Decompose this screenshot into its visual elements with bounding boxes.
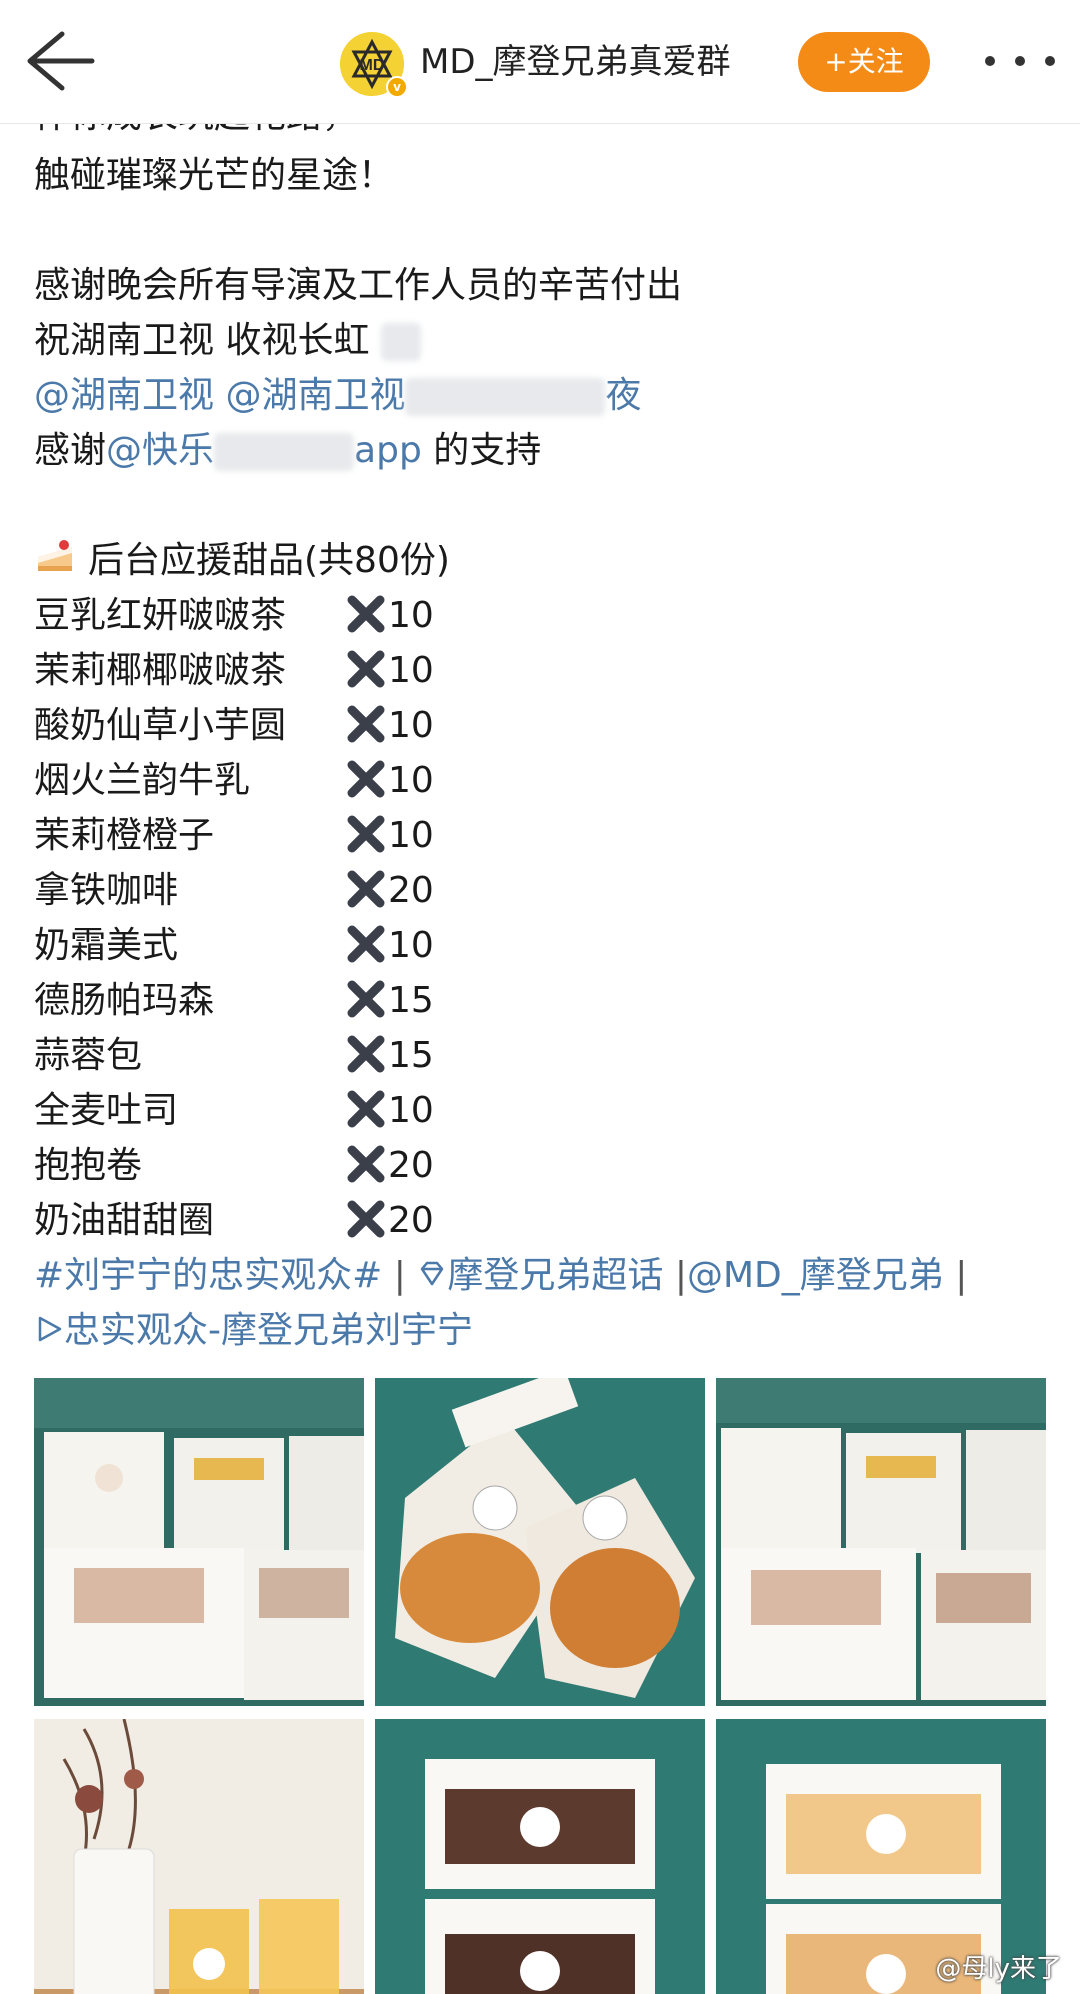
cross-mark-icon (344, 812, 388, 856)
cross-mark-icon (344, 702, 388, 746)
mention-link[interactable]: @湖南卫视 (225, 375, 405, 416)
dessert-item-qty: 10 (388, 1090, 434, 1131)
dessert-item-row: 全麦吐司 10 (34, 1083, 1054, 1138)
photo-dessert-boxes[interactable] (34, 1378, 364, 1706)
post-line: 后台应援甜品(共80份) (34, 533, 1054, 588)
play-icon (38, 1316, 62, 1342)
svg-text:MD: MD (360, 57, 385, 74)
dessert-item-qty: 15 (388, 1035, 434, 1076)
post-text: 感谢 (34, 430, 107, 471)
dessert-item-row: 茉莉橙橙子 10 (34, 808, 1054, 863)
video-link-line: 忠实观众-摩登兄弟刘宇宁 (34, 1303, 1054, 1358)
post-line: @湖南卫视 @湖南卫视 夜 (34, 368, 1054, 423)
dessert-item-qty: 10 (388, 705, 434, 746)
dessert-item-name: 茉莉橙橙子 (34, 815, 215, 856)
dessert-item-qty: 10 (388, 650, 434, 691)
dessert-item-name: 茉莉椰椰啵啵茶 (34, 650, 287, 691)
cross-mark-icon (344, 1032, 388, 1076)
post-line: 触碰璀璨光芒的星途！ (34, 148, 1054, 203)
photo-dessert-boxes[interactable] (375, 1719, 705, 1994)
dessert-item-row: 抱抱卷 20 (34, 1138, 1054, 1193)
dessert-item-qty: 15 (388, 980, 434, 1021)
photo-drinks[interactable] (34, 1719, 364, 1994)
post-text: 的支持 (421, 430, 542, 471)
cross-mark-icon (344, 922, 388, 966)
dessert-item-name: 拿铁咖啡 (34, 870, 179, 911)
dessert-item-row: 德肠帕玛森 15 (34, 973, 1054, 1028)
top-bar: MD v MD_摩登兄弟真爱群 +关注 (0, 0, 1080, 124)
cross-mark-icon (344, 867, 388, 911)
dessert-item-name: 酸奶仙草小芋圆 (34, 705, 287, 746)
cross-mark-icon (344, 977, 388, 1021)
tags-line: #刘宇宁的忠实观众# | 摩登兄弟超话 |@MD_摩登兄弟 | (34, 1255, 968, 1296)
dessert-item-qty: 10 (388, 815, 434, 856)
cross-mark-icon (344, 592, 388, 636)
verified-badge-icon: v (386, 76, 408, 98)
back-arrow-icon[interactable] (22, 28, 96, 94)
post-text: 触碰璀璨光芒的星途！ (34, 155, 395, 196)
dessert-item-name: 抱抱卷 (34, 1145, 143, 1186)
dessert-item-row: 烟火兰韵牛乳 10 (34, 753, 1054, 808)
post-text: 祝湖南卫视 收视长虹 (34, 320, 370, 361)
post-content: 伴你成长筑起花路， 触碰璀璨光芒的星途！ 感谢晚会所有导演及工作人员的辛苦付出 … (34, 100, 1054, 1358)
post-line: 感谢晚会所有导演及工作人员的辛苦付出 (34, 258, 1054, 313)
dessert-item-qty: 10 (388, 760, 434, 801)
mention-link[interactable]: @MD_摩登兄弟 (687, 1255, 944, 1296)
cross-mark-icon (344, 1087, 388, 1131)
dessert-item-qty: 20 (388, 1145, 434, 1186)
watermark-text: @母ly来了 (935, 1954, 1062, 1984)
dessert-item-name: 奶霜美式 (34, 925, 179, 966)
dessert-item-row: 酸奶仙草小芋圆 10 (34, 698, 1054, 753)
dessert-item-qty: 20 (388, 1200, 434, 1241)
mention-link[interactable]: @快乐 (106, 430, 214, 471)
blurred-region (380, 323, 421, 361)
dessert-item-name: 豆乳红妍啵啵茶 (34, 595, 287, 636)
diamond-icon (421, 1261, 444, 1286)
dessert-item-qty: 10 (388, 595, 434, 636)
dessert-item-qty: 20 (388, 870, 434, 911)
mention-link[interactable]: @湖南卫视 (34, 375, 214, 416)
dessert-list: 豆乳红妍啵啵茶 10 茉莉椰椰啵啵茶 10 酸奶仙草小芋圆 10 烟火兰韵牛乳 10 茉莉橙橙子… (34, 588, 1054, 1248)
mention-tail[interactable]: 夜 (605, 375, 641, 416)
post-line: 感谢@快乐 app 的支持 (34, 423, 1054, 478)
dessert-item-row: 奶霜美式 10 (34, 918, 1054, 973)
follow-button[interactable]: +关注 (798, 32, 930, 92)
dessert-item-row: 蒜蓉包 15 (34, 1028, 1054, 1083)
blurred-region (405, 378, 606, 416)
dessert-item-qty: 10 (388, 925, 434, 966)
dessert-item-name: 德肠帕玛森 (34, 980, 215, 1021)
post-text: 感谢晚会所有导演及工作人员的辛苦付出 (34, 265, 683, 306)
cross-mark-icon (344, 647, 388, 691)
photo-dessert-boxes[interactable] (716, 1378, 1046, 1706)
topic-tag[interactable]: #刘宇宁的忠实观众# (34, 1255, 382, 1296)
dessert-item-name: 烟火兰韵牛乳 (34, 760, 251, 801)
cross-mark-icon (344, 1197, 388, 1241)
dessert-item-name: 奶油甜甜圈 (34, 1200, 215, 1241)
dessert-item-name: 蒜蓉包 (34, 1035, 143, 1076)
blurred-region (214, 433, 355, 471)
post-line: 祝湖南卫视 收视长虹 (34, 313, 1054, 368)
dessert-item-name: 全麦吐司 (34, 1090, 179, 1131)
dessert-item-row: 茉莉椰椰啵啵茶 10 (34, 643, 1054, 698)
cake-emoji-icon (38, 540, 72, 571)
photo-bread-bags[interactable] (375, 1378, 705, 1706)
more-options-icon[interactable] (985, 46, 1055, 76)
cross-mark-icon (344, 757, 388, 801)
dessert-heading: 后台应援甜品(共80份) (88, 540, 450, 581)
dessert-item-row: 拿铁咖啡 20 (34, 863, 1054, 918)
page-title: MD_摩登兄弟真爱群 (420, 42, 731, 82)
dessert-item-row: 奶油甜甜圈 20 (34, 1193, 1054, 1248)
cross-mark-icon (344, 1142, 388, 1186)
video-link[interactable]: 忠实观众-摩登兄弟刘宇宁 (64, 1310, 473, 1351)
mention-link[interactable]: app (354, 430, 422, 471)
dessert-item-row: 豆乳红妍啵啵茶 10 (34, 588, 1054, 643)
supertopic-link[interactable]: 摩登兄弟超话 (447, 1255, 663, 1296)
